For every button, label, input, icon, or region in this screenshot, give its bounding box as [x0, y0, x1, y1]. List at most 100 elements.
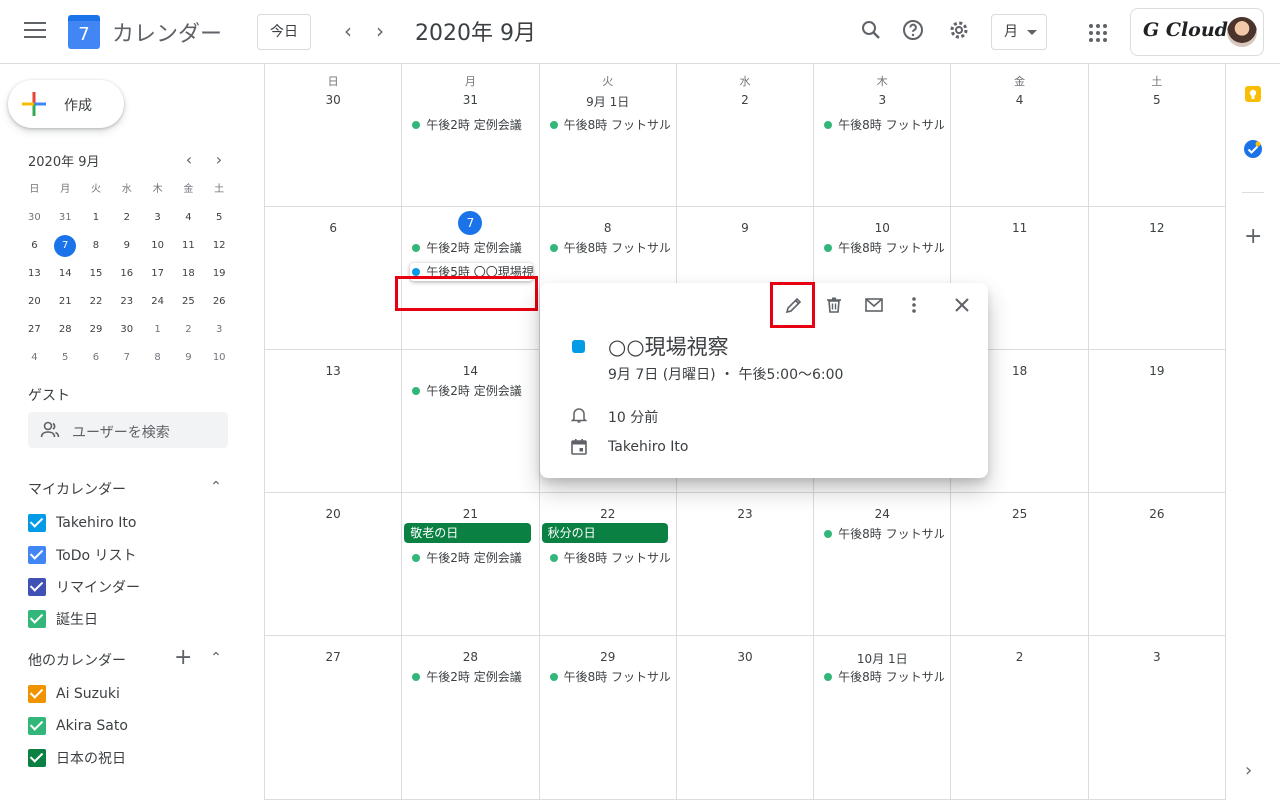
mini-day[interactable]: 14 [50, 264, 81, 292]
day-cell[interactable]: 12 [1088, 207, 1227, 350]
previous-period-button[interactable]: ‹ [334, 18, 362, 46]
day-cell[interactable]: 2 [951, 636, 1089, 800]
mini-day[interactable]: 28 [50, 320, 81, 348]
today-button[interactable]: 今日 [257, 14, 311, 50]
mini-day[interactable]: 4 [19, 348, 50, 376]
date-number[interactable]: 24 [814, 507, 950, 521]
day-cell[interactable]: 25 [951, 493, 1089, 636]
calendar-toggle[interactable]: 日本の祝日 [28, 746, 126, 770]
mini-day[interactable]: 30 [111, 320, 142, 348]
day-cell[interactable]: 金4 [951, 64, 1089, 207]
holiday-event[interactable]: 秋分の日 [541, 523, 668, 543]
date-number[interactable]: 28 [402, 650, 538, 664]
mini-day[interactable]: 12 [204, 236, 235, 264]
calendar-toggle[interactable]: Akira Sato [28, 714, 128, 738]
date-number[interactable]: 3 [814, 93, 950, 107]
date-number[interactable]: 19 [1089, 364, 1225, 378]
date-number[interactable]: 13 [265, 364, 401, 378]
day-cell[interactable]: 3 [1088, 636, 1227, 800]
date-number[interactable]: 29 [540, 650, 676, 664]
mini-day[interactable]: 10 [142, 236, 173, 264]
date-number[interactable]: 25 [951, 507, 1087, 521]
event-chip[interactable]: 午後2時 定例会議 [410, 382, 532, 400]
day-cell[interactable]: 26 [1088, 493, 1227, 636]
mini-day[interactable]: 19 [204, 264, 235, 292]
date-number[interactable]: 2 [951, 650, 1087, 664]
date-number[interactable]: 20 [265, 507, 401, 521]
mini-day[interactable]: 7 [50, 235, 81, 264]
mini-day[interactable]: 23 [111, 292, 142, 320]
delete-icon[interactable] [822, 295, 846, 319]
settings-icon[interactable] [945, 18, 973, 46]
checkbox-checked-icon[interactable] [28, 546, 46, 564]
event-chip[interactable]: 午後2時 定例会議 [410, 668, 532, 686]
mini-day[interactable]: 2 [173, 320, 204, 348]
date-number[interactable]: 3 [1089, 650, 1225, 664]
date-number[interactable]: 30 [677, 650, 813, 664]
mini-day[interactable]: 29 [81, 320, 112, 348]
checkbox-checked-icon[interactable] [28, 610, 46, 628]
day-cell[interactable]: 14 午後2時 定例会議 [402, 350, 540, 493]
day-cell[interactable]: 6 [265, 207, 403, 350]
mini-day[interactable]: 2 [111, 208, 142, 236]
mini-day[interactable]: 30 [19, 208, 50, 236]
event-chip[interactable]: 午後8時 フットサル [822, 239, 944, 257]
mini-day[interactable]: 8 [81, 236, 112, 264]
date-number[interactable]: 9 [677, 221, 813, 235]
event-chip[interactable]: 午後8時 フットサル [822, 116, 944, 134]
add-calendar-icon[interactable]: + [174, 647, 192, 669]
day-cell[interactable]: 10月 1日 午後8時 フットサル [814, 636, 952, 800]
mini-day[interactable]: 16 [111, 264, 142, 292]
help-icon[interactable] [899, 18, 927, 46]
mini-day[interactable]: 5 [204, 208, 235, 236]
mini-day[interactable]: 7 [111, 348, 142, 376]
my-calendars-title[interactable]: マイカレンダー [28, 479, 126, 499]
day-cell[interactable]: 30 [676, 636, 815, 800]
mini-day[interactable]: 27 [19, 320, 50, 348]
day-cell[interactable]: 火 9月 1日 午後8時 フットサル [539, 64, 677, 207]
mini-day[interactable]: 17 [142, 264, 173, 292]
tasks-icon[interactable] [1243, 139, 1263, 159]
calendar-toggle[interactable]: Takehiro Ito [28, 511, 136, 535]
date-number[interactable]: 5 [1089, 93, 1225, 107]
date-number[interactable]: 22 [540, 507, 676, 521]
mini-day[interactable]: 3 [204, 320, 235, 348]
date-number[interactable]: 4 [951, 93, 1087, 107]
avatar[interactable] [1227, 17, 1257, 47]
event-chip[interactable]: 午後8時 フットサル [548, 668, 670, 686]
checkbox-checked-icon[interactable] [28, 717, 46, 735]
event-chip[interactable]: 午後2時 定例会議 [410, 549, 532, 567]
date-number[interactable]: 7 [402, 211, 538, 235]
mini-day[interactable]: 1 [142, 320, 173, 348]
date-number[interactable]: 8 [540, 221, 676, 235]
mini-day[interactable]: 6 [19, 236, 50, 264]
collapse-other-calendars-icon[interactable]: ⌃ [206, 650, 226, 670]
mini-day[interactable]: 4 [173, 208, 204, 236]
mini-day[interactable]: 13 [19, 264, 50, 292]
day-cell[interactable]: 19 [1088, 350, 1227, 493]
calendar-toggle[interactable]: リマインダー [28, 575, 140, 599]
checkbox-checked-icon[interactable] [28, 685, 46, 703]
mini-day[interactable]: 24 [142, 292, 173, 320]
guest-search-input[interactable]: ユーザーを検索 [28, 412, 228, 448]
day-cell[interactable]: 23 [676, 493, 815, 636]
apps-icon[interactable] [1089, 24, 1107, 42]
day-cell[interactable]: 20 [265, 493, 403, 636]
keep-icon[interactable] [1243, 84, 1263, 104]
mini-day[interactable]: 18 [173, 264, 204, 292]
account-area[interactable]: G Cloud [1130, 8, 1264, 56]
event-chip[interactable]: 午後8時 フットサル [822, 668, 944, 686]
main-menu-icon[interactable] [24, 22, 46, 42]
mini-day[interactable]: 31 [50, 208, 81, 236]
other-calendars-title[interactable]: 他のカレンダー [28, 650, 126, 670]
mini-day[interactable]: 5 [50, 348, 81, 376]
calendar-toggle[interactable]: Ai Suzuki [28, 682, 120, 706]
create-button[interactable]: 作成 [8, 80, 124, 128]
more-options-icon[interactable] [902, 295, 926, 319]
mini-next-month-button[interactable]: › [209, 150, 229, 169]
day-cell[interactable]: 日 30 [265, 64, 403, 207]
mini-day[interactable]: 20 [19, 292, 50, 320]
day-cell[interactable]: 28 午後2時 定例会議 [402, 636, 540, 800]
day-cell[interactable]: 24 午後8時 フットサル [814, 493, 952, 636]
mini-day[interactable]: 1 [81, 208, 112, 236]
